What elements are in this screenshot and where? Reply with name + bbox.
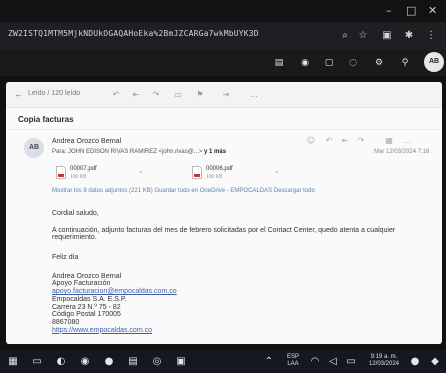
clock[interactable]: 9:19 a. m. 12/03/2024 — [364, 354, 404, 368]
archive-icon[interactable]: ▭ — [172, 89, 184, 101]
chrome-icon[interactable]: ◉ — [78, 355, 92, 369]
taskbar: ▦ ▭ ◐ ◉ ● ▤ ◎ ▣ ⌃ ESP LAA ◠ ◁ ▭ 9:19 a. … — [0, 350, 446, 373]
attachment-2[interactable]: 00006.pdf 100 KB ⌄ — [192, 164, 322, 186]
reply-all-icon-small[interactable]: ⇤ — [340, 136, 350, 146]
more-icon[interactable]: … — [248, 89, 260, 101]
signature-address: Carrera 23 N.º 75 - 82 — [52, 303, 121, 311]
signature-phone: 8867080 — [52, 318, 80, 326]
mail-reading-pane: ← Leído / 120 leído ↶ ⇤ ↷ ▭ ⚑ ⇥ … Copia … — [6, 82, 442, 344]
zoom-icon[interactable]: ⌕ — [338, 29, 352, 43]
chevron-up-icon[interactable]: ⌃ — [262, 355, 276, 369]
clock-time: 9:19 a. m. — [370, 354, 398, 360]
account-avatar[interactable]: AB — [424, 52, 444, 72]
subject-title: Copia facturas — [18, 115, 74, 124]
signature: Andrea Orozco Bernal Apoyo Facturación a… — [52, 273, 432, 335]
signature-web[interactable]: https://www.empocaldas.com.co — [52, 327, 432, 335]
chevron-down-icon[interactable]: ⌄ — [138, 167, 144, 175]
attachment-actions[interactable]: Mostrar los 8 datos adjuntos (221 KB) Gu… — [52, 188, 315, 194]
files-icon[interactable]: ▤ — [126, 355, 140, 369]
calendar-icon[interactable]: ▢ — [322, 56, 336, 70]
forward-icon[interactable]: ↷ — [150, 89, 162, 101]
mail-toolbar: ← Leído / 120 leído ↶ ⇤ ↷ ▭ ⚑ ⇥ … — [6, 82, 442, 108]
more-icon-small[interactable]: … — [402, 136, 412, 146]
copilot-icon[interactable]: ◆ — [428, 355, 442, 369]
outlook-icon[interactable]: ◎ — [150, 355, 164, 369]
signature-name: Andrea Orozco Bernal — [52, 272, 122, 280]
battery-icon[interactable]: ▭ — [344, 355, 358, 369]
edge-icon[interactable]: ◐ — [54, 355, 68, 369]
start-icon[interactable]: ▦ — [6, 355, 20, 369]
maximize-button[interactable]: □ — [406, 4, 416, 17]
task-view-icon[interactable]: ▭ — [30, 355, 44, 369]
body-paragraph: A continuación, adjunto facturas del mes… — [52, 226, 396, 242]
signature-postal: Código Postal 170005 — [52, 311, 121, 319]
language-code: ESP — [286, 354, 299, 360]
menu-icon[interactable]: ⋮ — [424, 29, 438, 43]
subject-row: Copia facturas — [6, 110, 442, 130]
minimize-button[interactable]: – — [386, 4, 392, 17]
extensions-icon[interactable]: ✱ — [402, 29, 416, 43]
reply-icon[interactable]: ↶ — [110, 89, 122, 101]
reader-icon[interactable]: ▣ — [380, 29, 394, 43]
notification-dot-icon[interactable]: ● — [408, 355, 422, 369]
move-icon[interactable]: ⇥ — [220, 89, 232, 101]
pdf-icon — [192, 166, 202, 179]
settings-icon[interactable]: ⚙ — [372, 56, 386, 70]
more-recipients[interactable]: y 1 más — [204, 149, 226, 155]
chevron-down-icon[interactable]: ⌄ — [274, 167, 280, 175]
emoji-icon[interactable]: ☺ — [306, 136, 316, 146]
attachment-size: 100 KB — [70, 174, 87, 180]
message-date: Mar 12/03/2024 7:16 — [374, 149, 430, 155]
language-indicator[interactable]: ESP LAA — [284, 354, 302, 368]
read-status: Leído / 120 leído — [28, 90, 81, 97]
help-icon[interactable]: ⚲ — [398, 56, 412, 70]
address-bar: ZW2ISTQ1MTM5MjkNDUkOGAQAHoEka%2BmJZCARGa… — [0, 22, 446, 50]
notifications-icon[interactable]: ◌ — [346, 56, 360, 70]
chat-icon[interactable]: ▤ — [272, 56, 286, 70]
attachment-size: 100 KB — [206, 174, 223, 180]
to-label: Para: — [52, 149, 67, 155]
browser-icon[interactable]: ● — [102, 355, 116, 369]
signature-email[interactable]: apoyo.facturacion@empocaldas.com.co — [52, 288, 432, 296]
closing: Feliz día — [52, 254, 79, 262]
to-recipient[interactable]: JOHN EDISON RIVAS RAMIREZ <john.rivas@..… — [68, 149, 202, 155]
back-icon[interactable]: ← — [14, 89, 23, 99]
reply-icon-small[interactable]: ↶ — [324, 136, 334, 146]
clock-date: 12/03/2024 — [368, 361, 400, 367]
signature-role: Apoyo Facturación — [52, 280, 111, 288]
sender-avatar[interactable]: AB — [24, 138, 44, 158]
attachment-name: 00007.pdf — [70, 166, 97, 172]
app-toolbar: ▤ ◉ ▢ ◌ ⚙ ⚲ — [0, 50, 446, 76]
forward-icon-small[interactable]: ↷ — [356, 136, 366, 146]
message-body: Cordial saludo, A continuación, adjunto … — [52, 210, 432, 334]
teams-icon[interactable]: ◉ — [298, 56, 312, 70]
attachment-1[interactable]: 00007.pdf 100 KB ⌄ — [56, 164, 186, 186]
star-icon[interactable]: ☆ — [356, 29, 370, 43]
close-button[interactable]: ✕ — [428, 4, 437, 17]
greeting: Cordial saludo, — [52, 210, 99, 217]
app-icon[interactable]: ▣ — [174, 355, 188, 369]
pdf-icon — [56, 166, 66, 179]
volume-icon[interactable]: ◁ — [326, 355, 340, 369]
recipients-line: Para: JOHN EDISON RIVAS RAMIREZ <john.ri… — [52, 149, 226, 155]
language-sub: LAA — [287, 361, 299, 367]
url-field[interactable]: ZW2ISTQ1MTM5MjkNDUkOGAQAHoEka%2BmJZCARGa… — [8, 29, 318, 43]
wifi-icon[interactable]: ◠ — [308, 355, 322, 369]
sender-name[interactable]: Andrea Orozco Bernal — [52, 138, 121, 145]
reply-all-icon[interactable]: ⇤ — [130, 89, 142, 101]
attachment-name: 00006.pdf — [206, 166, 233, 172]
flag-icon[interactable]: ⚑ — [194, 89, 206, 101]
grid-icon[interactable]: ▦ — [384, 136, 394, 146]
window-titlebar: – □ ✕ — [0, 0, 446, 22]
signature-company: Empocaldas S.A. E.S.P. — [52, 295, 127, 303]
